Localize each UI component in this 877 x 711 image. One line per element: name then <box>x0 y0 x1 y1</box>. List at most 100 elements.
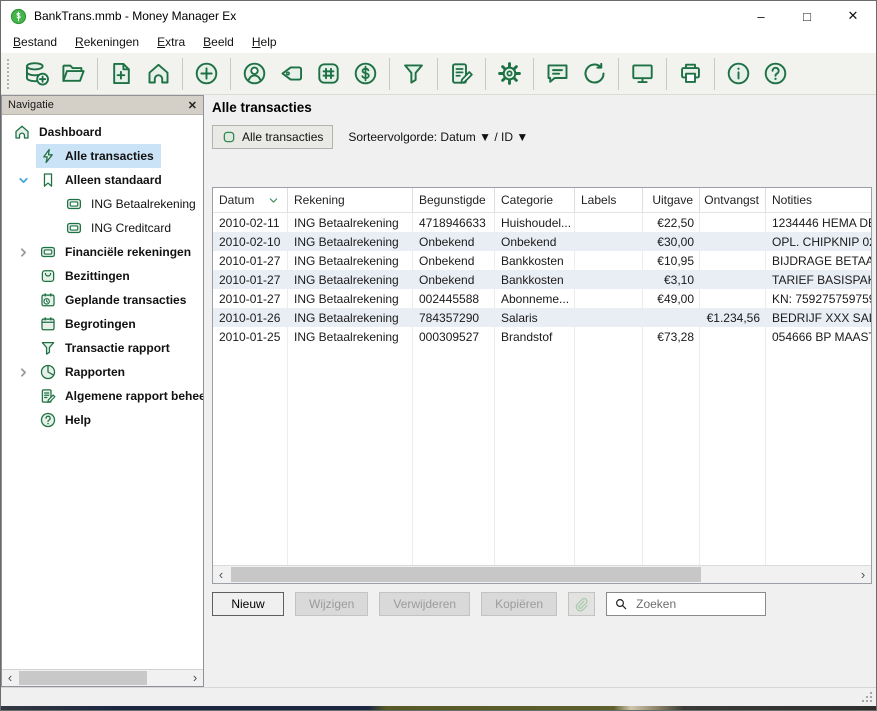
nav-item-alle-transacties[interactable]: Alle transacties <box>10 144 203 168</box>
table-cell: €1.234,56 <box>700 308 766 327</box>
payee-button[interactable] <box>237 56 272 91</box>
column-header-categorie[interactable]: Categorie <box>495 188 575 212</box>
nav-item-financi-le-rekeningen[interactable]: Financiële rekeningen <box>10 240 203 264</box>
scrollbar-thumb[interactable] <box>231 567 701 582</box>
nav-entry[interactable]: ING Creditcard <box>62 216 178 240</box>
maximize-button[interactable]: □ <box>784 1 830 31</box>
column-header-begunstigde[interactable]: Begunstigde <box>413 188 495 212</box>
info-button[interactable] <box>721 56 756 91</box>
nav-entry[interactable]: Geplande transacties <box>36 288 193 312</box>
status-bar <box>1 687 876 706</box>
transaction-filter-button[interactable]: Alle transacties <box>212 125 333 149</box>
table-row[interactable]: 2010-02-11ING Betaalrekening4718946633Hu… <box>213 213 871 232</box>
resize-grip[interactable] <box>870 700 872 702</box>
menu-bestand[interactable]: Bestand <box>4 32 66 52</box>
tag-button[interactable] <box>274 56 309 91</box>
nav-entry[interactable]: Rapporten <box>36 360 132 384</box>
title-bar[interactable]: BankTrans.mmb - Money Manager Ex – □ ✕ <box>1 1 876 31</box>
nav-entry[interactable]: ING Betaalrekening <box>62 192 203 216</box>
help-button[interactable] <box>758 56 793 91</box>
table-cell: €30,00 <box>643 232 700 251</box>
attachment-button[interactable] <box>568 592 595 616</box>
nav-horizontal-scrollbar[interactable]: ‹ › <box>2 669 203 686</box>
edit-button[interactable]: Wijzigen <box>295 592 368 616</box>
nav-entry[interactable]: Alleen standaard <box>36 168 169 192</box>
page-title: Alle transacties <box>212 100 876 117</box>
database-add-button[interactable] <box>19 56 54 91</box>
expander-icon[interactable] <box>10 246 36 259</box>
nav-entry[interactable]: Bezittingen <box>36 264 137 288</box>
nav-entry[interactable]: Alle transacties <box>36 144 161 168</box>
home-icon <box>145 60 172 87</box>
scroll-left-icon[interactable]: ‹ <box>2 671 18 685</box>
scroll-right-icon[interactable]: › <box>855 568 871 582</box>
nav-entry[interactable]: Begrotingen <box>36 312 143 336</box>
toolbar-grip[interactable] <box>7 59 12 89</box>
copy-button[interactable]: Kopiëren <box>481 592 557 616</box>
nav-item-ing-betaalrekening[interactable]: ING Betaalrekening <box>10 192 203 216</box>
menu-help[interactable]: Help <box>243 32 286 52</box>
table-row[interactable]: 2010-02-10ING BetaalrekeningOnbekendOnbe… <box>213 232 871 251</box>
scrollbar-thumb[interactable] <box>19 671 147 685</box>
search-input[interactable] <box>634 596 758 612</box>
table-row[interactable]: 2010-01-25ING Betaalrekening000309527Bra… <box>213 327 871 346</box>
column-header-labels[interactable]: Labels <box>575 188 643 212</box>
report-edit-button[interactable] <box>444 56 479 91</box>
nav-item-label: Algemene rapport beheer <box>65 389 203 403</box>
home-button[interactable] <box>141 56 176 91</box>
table-row[interactable]: 2010-01-27ING BetaalrekeningOnbekendBank… <box>213 251 871 270</box>
nav-item-ing-creditcard[interactable]: ING Creditcard <box>10 216 203 240</box>
column-header-uitgave[interactable]: Uitgave <box>643 188 700 212</box>
panel-close-icon[interactable]: ✕ <box>188 99 197 112</box>
expander-icon[interactable] <box>10 174 36 187</box>
column-header-datum[interactable]: Datum <box>213 188 288 212</box>
monitor-button[interactable] <box>625 56 660 91</box>
nav-item-transactie-rapport[interactable]: Transactie rapport <box>10 336 203 360</box>
refresh-button[interactable] <box>577 56 612 91</box>
lightning-icon <box>39 147 57 165</box>
close-button[interactable]: ✕ <box>830 1 876 31</box>
table-row[interactable]: 2010-01-26ING Betaalrekening784357290Sal… <box>213 308 871 327</box>
feedback-button[interactable] <box>540 56 575 91</box>
nav-entry[interactable]: Financiële rekeningen <box>36 240 198 264</box>
nav-item-help[interactable]: Help <box>10 408 203 432</box>
nav-entry[interactable]: Help <box>36 408 98 432</box>
table-horizontal-scrollbar[interactable]: ‹ › <box>213 565 871 583</box>
settings-button[interactable] <box>492 56 527 91</box>
nav-entry[interactable]: Algemene rapport beheer <box>36 384 203 408</box>
table-cell: 2010-01-25 <box>213 327 288 346</box>
nav-item-geplande-transacties[interactable]: Geplande transacties <box>10 288 203 312</box>
table-cell: 000309527 <box>413 327 495 346</box>
column-header-ontvangst[interactable]: Ontvangst <box>700 188 766 212</box>
column-header-rekening[interactable]: Rekening <box>288 188 413 212</box>
add-circle-button[interactable] <box>189 56 224 91</box>
category-button[interactable] <box>311 56 346 91</box>
nav-item-rapporten[interactable]: Rapporten <box>10 360 203 384</box>
column-header-notities[interactable]: Notities <box>766 188 871 212</box>
delete-button[interactable]: Verwijderen <box>379 592 470 616</box>
nav-entry[interactable]: Dashboard <box>10 120 109 144</box>
menu-rekeningen[interactable]: Rekeningen <box>66 32 148 52</box>
scroll-right-icon[interactable]: › <box>187 671 203 685</box>
expander-icon[interactable] <box>10 366 36 379</box>
scroll-left-icon[interactable]: ‹ <box>213 568 229 582</box>
nav-item-bezittingen[interactable]: Bezittingen <box>10 264 203 288</box>
search-box[interactable] <box>606 592 766 616</box>
currency-button[interactable] <box>348 56 383 91</box>
minimize-button[interactable]: – <box>738 1 784 31</box>
nav-item-dashboard[interactable]: Dashboard <box>10 120 203 144</box>
menu-beeld[interactable]: Beeld <box>194 32 243 52</box>
file-plus-button[interactable] <box>104 56 139 91</box>
filter-button[interactable] <box>396 56 431 91</box>
menu-extra[interactable]: Extra <box>148 32 194 52</box>
table-row[interactable]: 2010-01-27ING BetaalrekeningOnbekendBank… <box>213 270 871 289</box>
print-button[interactable] <box>673 56 708 91</box>
nav-item-algemene-rapport-beheer[interactable]: Algemene rapport beheer <box>10 384 203 408</box>
folder-open-button[interactable] <box>56 56 91 91</box>
nav-item-begrotingen[interactable]: Begrotingen <box>10 312 203 336</box>
nav-item-alleen-standaard[interactable]: Alleen standaard <box>10 168 203 192</box>
table-row[interactable]: 2010-01-27ING Betaalrekening002445588Abo… <box>213 289 871 308</box>
nav-entry[interactable]: Transactie rapport <box>36 336 177 360</box>
new-button[interactable]: Nieuw <box>212 592 284 616</box>
sort-order-control[interactable]: Sorteervolgorde: Datum ▼ / ID ▼ <box>348 130 528 144</box>
